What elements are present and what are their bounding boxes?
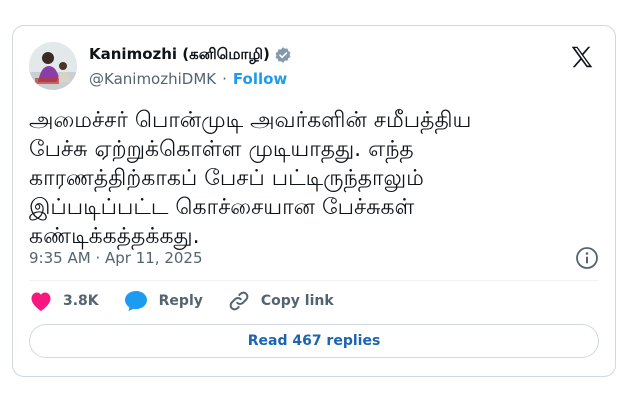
tweet-time[interactable]: 9:35 AM [29, 249, 91, 267]
like-button[interactable]: 3.8K [29, 290, 99, 312]
heart-icon [31, 292, 51, 311]
tweet-text: அமைச்சர் பொன்முடி அவர்களின் சமீபத்திய பே… [29, 108, 472, 249]
separator-dot: · [222, 70, 227, 88]
reply-button[interactable]: Reply [123, 289, 203, 313]
action-bar: 3.8K Reply Copy link [29, 288, 358, 314]
like-count: 3.8K [63, 293, 99, 309]
tweet-header: Kanimozhi (கனிமொழி) @KanimozhiDMK · Foll… [29, 40, 599, 92]
author-handle[interactable]: @KanimozhiDMK [89, 70, 216, 88]
avatar[interactable] [29, 42, 77, 90]
tweet-card: Kanimozhi (கனிமொழி) @KanimozhiDMK · Foll… [12, 25, 616, 377]
info-icon[interactable] [575, 246, 599, 270]
tweet-meta: 9:35 AM · Apr 11, 2025 [29, 246, 599, 270]
reply-bubble-icon [124, 291, 147, 311]
divider [29, 280, 599, 281]
meta-separator: · [95, 249, 105, 267]
author-block: Kanimozhi (கனிமொழி) @KanimozhiDMK · Foll… [89, 44, 292, 88]
read-replies-button[interactable]: Read 467 replies [29, 324, 599, 358]
author-display-name[interactable]: Kanimozhi (கனிமொழி) [89, 45, 270, 65]
reply-label: Reply [158, 293, 203, 309]
tweet-date[interactable]: Apr 11, 2025 [105, 249, 203, 267]
link-icon [229, 291, 249, 311]
verified-badge-icon [274, 46, 292, 64]
x-logo-icon[interactable] [569, 44, 595, 70]
copy-link-label: Copy link [260, 293, 334, 309]
copy-link-button[interactable]: Copy link [227, 289, 334, 313]
follow-button[interactable]: Follow [233, 70, 287, 88]
